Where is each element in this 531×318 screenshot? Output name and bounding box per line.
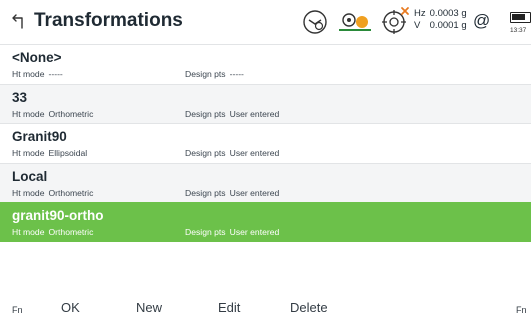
tilt-status-icon[interactable] xyxy=(301,8,329,36)
battery-level xyxy=(512,14,525,20)
design-pts: Design pts ----- xyxy=(185,69,244,79)
ht-mode-value: ----- xyxy=(48,69,63,79)
design-pts-value: User entered xyxy=(229,108,280,119)
list-item[interactable]: 33 Ht mode Orthometric Design pts User ent… xyxy=(0,83,531,123)
fn-left-button[interactable]: Fn xyxy=(12,305,23,315)
ht-mode-label: Ht mode xyxy=(12,148,45,158)
list-item[interactable]: Granit90 Ht mode Ellipsoidal Design pts Us… xyxy=(0,123,531,163)
ht-mode-label: Ht mode xyxy=(12,227,45,237)
new-button[interactable]: New xyxy=(136,300,162,315)
ht-mode-value: Orthometric xyxy=(48,227,94,237)
fn-right-button[interactable]: Fn xyxy=(516,305,527,315)
bottom-toolbar: Fn OK New Edit Delete Fn xyxy=(0,293,531,318)
ht-mode: Ht mode Orthometric xyxy=(12,188,93,198)
design-pts-label: Design pts xyxy=(185,187,226,198)
list-item-name: Granit90 xyxy=(12,129,67,144)
angle-readout: Hz 0.0003 g V 0.0001 g xyxy=(414,8,467,32)
list-item[interactable]: Local Ht mode Orthometric Design pts User … xyxy=(0,162,531,202)
design-pts: Design pts User entered xyxy=(185,227,279,237)
design-pts: Design pts User entered xyxy=(185,109,279,119)
delete-button[interactable]: Delete xyxy=(290,300,328,315)
design-pts: Design pts User entered xyxy=(185,148,279,158)
design-pts-label: Design pts xyxy=(185,227,226,237)
at-icon[interactable]: @ xyxy=(473,11,490,31)
battery-icon[interactable]: 13:37 xyxy=(503,10,531,40)
list-item-name: <None> xyxy=(12,50,62,65)
list-item-selected[interactable]: granit90-ortho Ht mode Orthometric Design… xyxy=(0,202,531,242)
back-icon[interactable] xyxy=(12,13,26,29)
battery-body xyxy=(510,12,531,23)
list-item-name: 33 xyxy=(12,89,28,105)
ok-button[interactable]: OK xyxy=(61,300,80,315)
clock: 13:37 xyxy=(510,27,527,34)
ht-mode-value: Ellipsoidal xyxy=(48,148,88,158)
ht-mode-value: Orthometric xyxy=(48,187,94,198)
design-pts-label: Design pts xyxy=(185,69,226,79)
design-pts-label: Design pts xyxy=(185,108,226,119)
ht-mode-label: Ht mode xyxy=(12,108,45,119)
ht-mode-label: Ht mode xyxy=(12,69,45,79)
design-pts-value: User entered xyxy=(229,148,280,158)
hz-label: Hz xyxy=(414,8,426,19)
ht-mode: Ht mode Orthometric xyxy=(12,109,93,119)
list-item-name: granit90-ortho xyxy=(12,208,104,223)
edit-button[interactable]: Edit xyxy=(218,300,240,315)
title-bar: Transformations Hz 0.0003 g V 0.0001 g @… xyxy=(0,0,531,44)
design-pts-value: User entered xyxy=(229,187,280,198)
v-label: V xyxy=(414,20,421,31)
ht-mode-value: Orthometric xyxy=(48,108,94,119)
ht-mode: Ht mode ----- xyxy=(12,69,63,79)
transformation-list: <None> Ht mode ----- Design pts ----- 33 H… xyxy=(0,44,531,242)
target-status-icon[interactable] xyxy=(380,6,410,36)
page-title: Transformations xyxy=(34,10,183,31)
list-item[interactable]: <None> Ht mode ----- Design pts ----- xyxy=(0,44,531,84)
ht-mode: Ht mode Ellipsoidal xyxy=(12,148,87,158)
design-pts-value: User entered xyxy=(229,227,280,237)
v-value: 0.0001 g xyxy=(429,20,467,31)
ht-mode: Ht mode Orthometric xyxy=(12,227,93,237)
design-pts-value: ----- xyxy=(229,69,244,79)
satellite-status-icon[interactable] xyxy=(336,10,376,34)
design-pts: Design pts User entered xyxy=(185,188,279,198)
design-pts-label: Design pts xyxy=(185,148,226,158)
hz-value: 0.0003 g xyxy=(429,8,467,19)
ht-mode-label: Ht mode xyxy=(12,187,45,198)
list-item-name: Local xyxy=(12,168,48,184)
